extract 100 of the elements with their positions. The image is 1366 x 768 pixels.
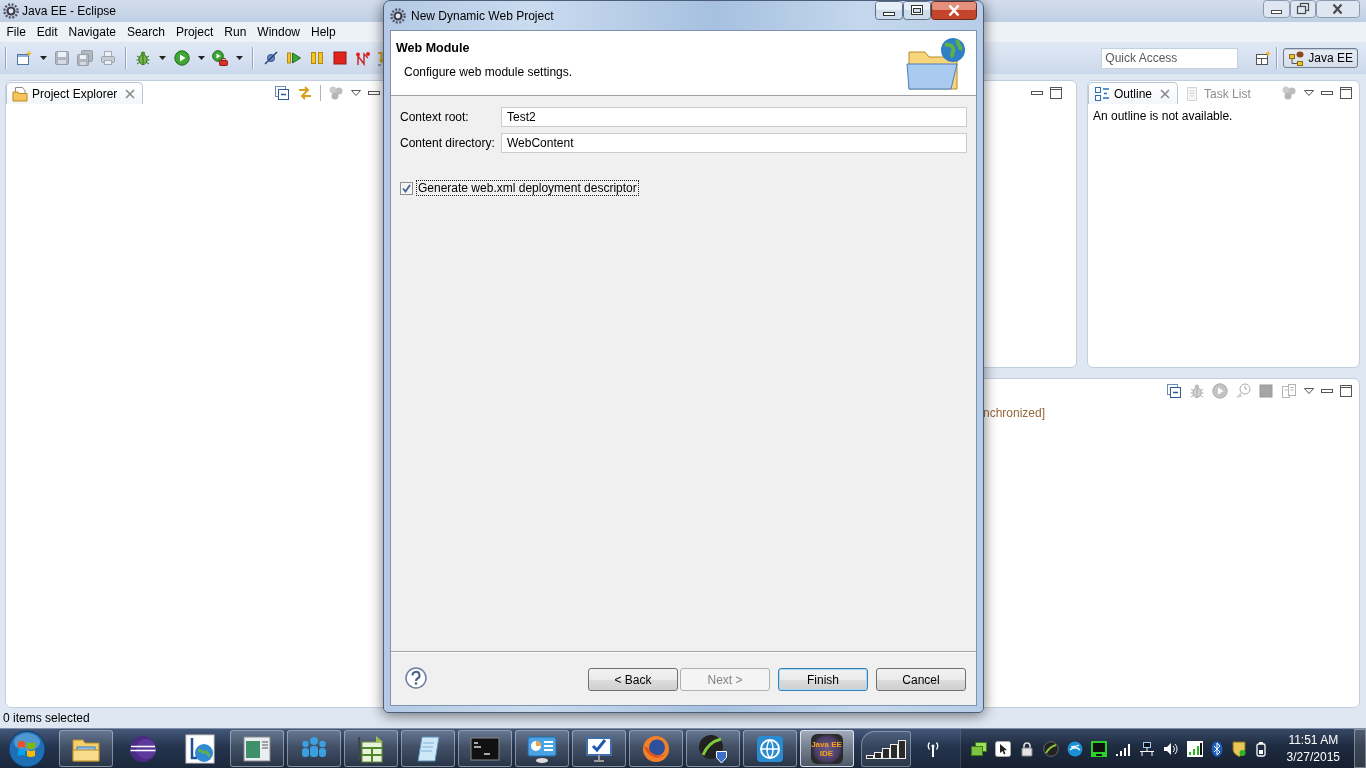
folder-page-icon [12,85,28,102]
dialog-button[interactable]: Finish [778,668,868,691]
taskbar-button[interactable] [58,730,113,767]
minus-box-icon[interactable] [274,84,290,101]
status-text: 0 items selected [3,711,90,725]
bar-play-icon[interactable] [285,50,302,66]
menu-item[interactable]: Search [121,25,171,39]
window-title: Java EE - Eclipse [22,4,117,18]
taskbar-button[interactable] [400,730,455,767]
minimize-icon[interactable] [1263,0,1290,18]
minimize-icon[interactable] [1321,90,1333,95]
minimize-icon[interactable] [875,1,903,20]
maximize-icon[interactable] [1340,385,1352,397]
striped-sphere-icon [127,733,158,764]
show-desktop-button[interactable] [1354,729,1366,768]
view-tab[interactable]: Task List [1178,82,1263,104]
folder-globe-icon [905,36,967,92]
cursor-icon[interactable] [995,740,1011,757]
network-icon[interactable] [1139,740,1155,757]
minus-box-icon[interactable] [1166,383,1182,399]
console-text: nchronized] [983,406,1047,420]
caret-icon[interactable] [351,89,361,96]
perspective-button[interactable]: Java EE [1283,48,1358,68]
lock-icon[interactable] [1019,740,1035,757]
minimize-icon[interactable] [1321,389,1333,393]
antenna-icon[interactable] [926,740,940,757]
play-toolbox-icon[interactable] [212,50,228,66]
menu-item[interactable]: Window [251,25,306,39]
maximize-icon[interactable] [1340,86,1352,99]
minimize-icon[interactable] [1031,90,1043,95]
taskbar-button[interactable]: Java EE IDE [799,730,854,767]
monitor-check-icon [583,734,614,763]
taskbar-button[interactable] [571,730,626,767]
close-icon[interactable] [1316,0,1360,18]
view-tab[interactable]: Outline [1088,82,1179,104]
bug-icon[interactable] [135,50,151,66]
flag-orb-icon [7,729,47,768]
slashed-dot-icon[interactable] [262,50,279,66]
caret-icon[interactable] [1304,388,1314,394]
minimize-icon[interactable] [368,90,380,95]
outline-message: An outline is not available. [1092,108,1234,125]
maximize-icon[interactable] [1050,86,1062,99]
taskbar-button[interactable] [457,730,512,767]
new-window-icon[interactable] [15,50,32,66]
text-field[interactable]: Test2 [501,107,967,127]
window-icon [241,734,272,763]
view-tab[interactable]: Project Explorer [6,82,144,104]
menu-item[interactable]: Navigate [63,25,122,39]
gear-icon [3,3,19,19]
quick-access-field[interactable]: Quick Access [1101,47,1239,69]
play-icon[interactable] [173,50,190,66]
maximize-icon[interactable] [903,1,931,20]
swoosh-icon[interactable] [1043,740,1059,757]
taskbar-button[interactable] [229,730,284,767]
window-star-icon[interactable] [1255,50,1272,66]
menu-item[interactable]: Run [218,25,252,39]
shield-icon[interactable] [1231,740,1247,757]
taskbar-button[interactable] [343,730,398,767]
help-icon[interactable] [405,667,427,689]
dialog-title: New Dynamic Web Project [411,8,554,23]
menu-item[interactable]: Project [170,25,219,39]
caret-icon[interactable] [39,56,47,60]
restore-icon[interactable] [1290,0,1316,18]
taskbar-button[interactable] [685,730,740,767]
stop-icon[interactable] [331,50,348,66]
menu-item[interactable]: Edit [31,25,64,39]
tree-bean-icon [1288,50,1305,66]
spreadsheet-icon [355,733,386,764]
caret-icon[interactable] [197,56,205,60]
swoosh-shield-icon [697,733,728,764]
bent-arrow-icon[interactable] [377,50,383,66]
bar-graph-icon[interactable] [1187,740,1203,757]
stacked-windows-icon[interactable] [971,740,987,757]
dialog-button[interactable]: < Back [588,668,678,691]
page-title: Web Module [396,41,471,55]
bluetooth-icon[interactable] [1211,740,1223,757]
battery-icon[interactable] [1255,740,1267,757]
close-icon[interactable] [931,1,977,20]
caret-icon[interactable] [159,56,166,60]
text-field[interactable]: WebContent [501,133,967,153]
menu-item[interactable]: Help [305,25,342,39]
swirl-icon[interactable] [1067,740,1083,757]
caret-icon[interactable] [236,56,243,60]
checkbox-label[interactable]: Generate web.xml deployment descriptor [416,180,639,196]
clock[interactable]: 11:51 AM 3/27/2015 [1286,731,1340,766]
flame-globe-icon [640,733,671,764]
page-description: Configure web module settings. [404,65,574,79]
monitor-icon[interactable] [1091,740,1107,757]
pins-icon[interactable] [354,50,371,66]
taskbar-button[interactable] [742,730,797,767]
taskbar-button[interactable] [514,730,569,767]
checkbox[interactable] [400,181,413,195]
pause-icon[interactable] [308,50,325,66]
menu-item[interactable]: File [1,25,32,39]
deskband-button[interactable] [861,730,911,767]
caret-icon[interactable] [1304,89,1314,96]
field-label: Context root: [400,110,470,124]
field-label: Content directory: [400,136,496,150]
tree-icon [1094,85,1110,102]
dialog-button[interactable]: Cancel [876,668,966,691]
